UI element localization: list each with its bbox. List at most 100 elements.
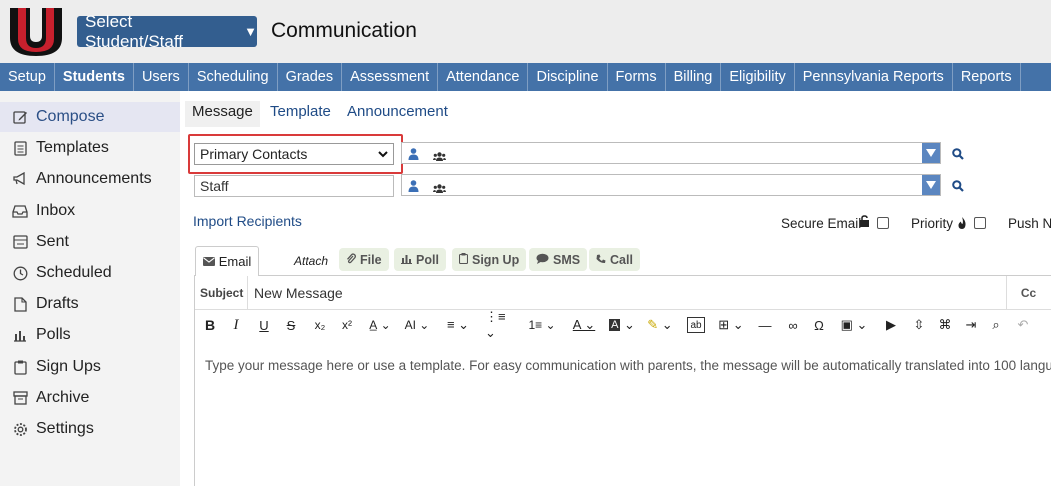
nav-assessment[interactable]: Assessment [342,63,439,91]
font-family-icon[interactable]: A̲ ⌄ [365,315,395,335]
lock-icon [859,215,870,230]
nav-users[interactable]: Users [134,63,189,91]
secure-email-label: Secure Email [781,216,862,231]
page-title: Communication [271,19,417,42]
nav-attendance[interactable]: Attendance [438,63,529,91]
search-icon[interactable] [952,179,964,197]
sidebar-item-archive[interactable]: Archive [0,383,180,413]
tab-template[interactable]: Template [263,101,338,127]
video-icon[interactable]: ▶ [883,315,899,335]
main-nav-bar: Setup Students Users Scheduling Grades A… [0,63,1051,91]
sidebar-item-polls[interactable]: Polls [0,320,180,350]
import-recipients-link[interactable]: Import Recipients [193,213,302,229]
sidebar-item-scheduled[interactable]: Scheduled [0,258,180,288]
sidebar-item-compose[interactable]: Compose [0,102,180,132]
nav-billing[interactable]: Billing [666,63,722,91]
subject-input[interactable] [247,276,1007,309]
group-icon[interactable] [433,180,446,198]
export-icon[interactable]: ⇥ [963,315,979,335]
subscript-icon[interactable]: x₂ [311,315,329,335]
push-notification-label: Push No [1008,216,1051,231]
attach-poll-button[interactable]: Poll [394,248,446,271]
nav-forms[interactable]: Forms [608,63,666,91]
archive-icon [12,390,28,406]
sidebar-item-templates[interactable]: Templates [0,133,180,163]
bold-icon[interactable]: B [203,315,217,335]
inbox-icon [12,203,28,219]
numbered-list-icon[interactable]: 1≡ ⌄ [525,315,559,335]
priority-checkbox[interactable] [974,217,986,229]
select-student-staff-button[interactable]: Select Student/Staff ▼ [77,12,257,51]
tab-message[interactable]: Message [185,101,260,127]
sidebar-item-inbox[interactable]: Inbox [0,196,180,226]
person-icon[interactable] [408,147,419,165]
italic-icon[interactable]: I [230,315,242,335]
cc-button[interactable]: Cc [1006,276,1050,309]
undo-icon[interactable]: ↶ [1015,315,1031,335]
subject-label: Subject [200,286,244,300]
contacts-recipient-input[interactable] [401,142,941,164]
dropdown-arrow-icon[interactable] [922,175,940,195]
tab-announcement[interactable]: Announcement [340,101,455,127]
nav-grades[interactable]: Grades [278,63,343,91]
sidebar-item-sign-ups[interactable]: Sign Ups [0,352,180,382]
nav-discipline[interactable]: Discipline [528,63,608,91]
nav-reports[interactable]: Reports [953,63,1021,91]
sidebar-item-label: Archive [36,389,90,406]
sidebar-item-sent[interactable]: Sent [0,227,180,257]
attach-sms-label: SMS [553,252,581,267]
clipboard-icon [458,252,469,267]
link-icon[interactable]: ∞ [785,315,801,335]
attach-sign-up-button[interactable]: Sign Up [452,248,527,271]
chat-bubble-icon [536,253,549,267]
gear-icon [12,421,28,437]
staff-field[interactable]: Staff [194,175,394,197]
text-color-icon[interactable]: A ⌄ [570,315,598,335]
nav-pennsylvania-reports[interactable]: Pennsylvania Reports [795,63,953,91]
table-icon[interactable]: ⊞ ⌄ [715,315,747,335]
sidebar-item-announcements[interactable]: Announcements [0,164,180,194]
priority-label: Priority [911,216,954,231]
sidebar-item-label: Sign Ups [36,358,101,375]
attach-file-button[interactable]: File [339,248,389,271]
attach-sms-button[interactable]: SMS [529,248,588,271]
underline-icon[interactable]: U [257,315,271,335]
page-break-icon[interactable]: ⇳ [911,315,927,335]
find-replace-icon[interactable]: ⌕ [988,315,1004,335]
group-icon[interactable] [433,148,446,166]
email-tab-label: Email [218,254,252,269]
nav-scheduling[interactable]: Scheduling [189,63,278,91]
font-size-icon[interactable]: AI ⌄ [400,315,434,335]
staff-field-value: Staff [200,178,229,194]
person-icon[interactable] [408,179,419,197]
nav-setup[interactable]: Setup [0,63,55,91]
superscript-icon[interactable]: x² [338,315,356,335]
bullet-list-icon[interactable]: ⋮≡ ⌄ [485,309,519,340]
tab-email[interactable]: Email [195,246,259,276]
message-body[interactable]: Type your message here or use a template… [205,358,1051,373]
background-color-icon[interactable]: A ⌄ [607,315,637,335]
school-logo[interactable] [8,6,64,58]
dropdown-arrow-icon[interactable] [922,143,940,163]
highlight-box [188,134,403,174]
nav-students[interactable]: Students [55,63,134,91]
code-icon[interactable]: ⌘ [937,315,953,335]
special-text-icon[interactable]: ab [687,317,705,333]
strikethrough-icon[interactable]: S [284,315,298,335]
image-icon[interactable]: ▣ ⌄ [837,315,871,335]
horizontal-rule-icon[interactable]: — [757,315,773,335]
staff-recipient-input[interactable] [401,174,941,196]
sidebar-item-settings[interactable]: Settings [0,414,180,444]
align-icon[interactable]: ≡ ⌄ [443,315,473,335]
sidebar-item-label: Settings [36,420,94,437]
nav-eligibility[interactable]: Eligibility [721,63,795,91]
secure-email-checkbox[interactable] [877,217,889,229]
highlighter-icon[interactable]: ✎ ⌄ [645,315,675,335]
edit-icon [12,109,28,125]
omega-icon[interactable]: Ω [811,315,827,335]
search-icon[interactable] [952,147,964,165]
attach-call-button[interactable]: Call [589,248,640,271]
attach-label: Attach [294,254,329,268]
sidebar-item-drafts[interactable]: Drafts [0,289,180,319]
select-student-staff-label: Select Student/Staff [85,11,183,51]
